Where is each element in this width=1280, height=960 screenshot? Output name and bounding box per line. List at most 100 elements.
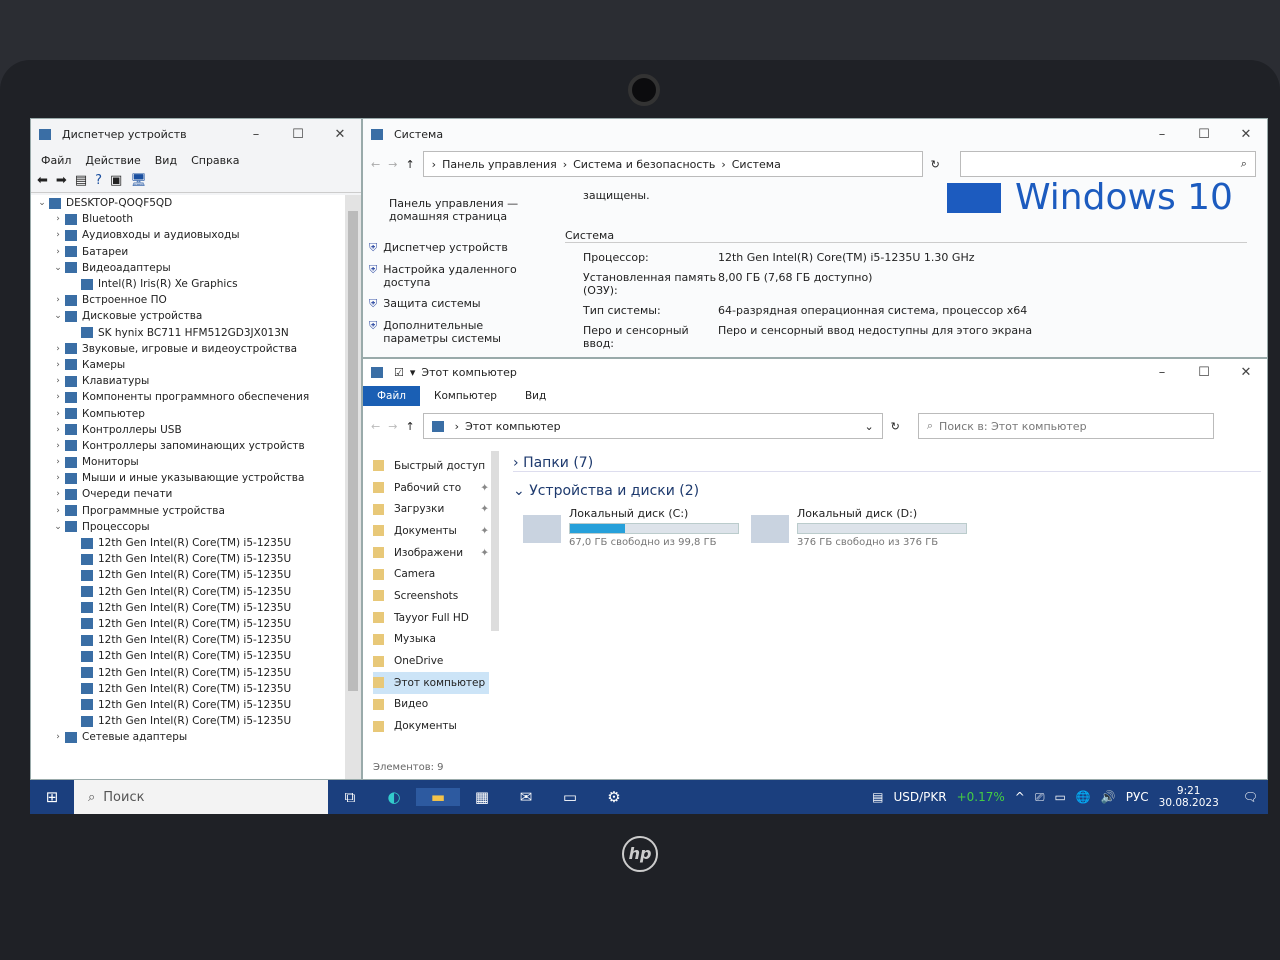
news-widget-icon[interactable]: ▤ xyxy=(872,790,883,804)
start-button[interactable]: ⊞ xyxy=(30,788,74,806)
chevron-right-icon[interactable]: › xyxy=(51,506,65,516)
minimize-button[interactable]: – xyxy=(1141,365,1183,380)
scan-hardware-icon[interactable]: 🖥 xyxy=(130,173,147,190)
tree-item[interactable]: › Сетевые адаптеры xyxy=(31,729,345,745)
drive-item[interactable]: Локальный диск (D:) 376 ГБ свободно из 37… xyxy=(751,507,967,548)
tree-item[interactable]: › Мониторы xyxy=(31,454,345,470)
meet-icon[interactable]: ⎚ xyxy=(1035,790,1045,805)
sidebar-link[interactable]: ⛨ Защита системы xyxy=(369,297,539,311)
back-icon[interactable]: ⬅ xyxy=(37,173,48,190)
menu-item[interactable]: Справка xyxy=(191,154,239,167)
tree-item[interactable]: › Bluetooth xyxy=(31,211,345,227)
tree-item[interactable]: 12th Gen Intel(R) Core(TM) i5-1235U xyxy=(31,681,345,697)
tree-item[interactable]: Intel(R) Iris(R) Xe Graphics xyxy=(31,276,345,292)
nav-item[interactable]: Музыка xyxy=(373,629,489,651)
chevron-right-icon[interactable]: › xyxy=(51,441,65,451)
tree-item[interactable]: 12th Gen Intel(R) Core(TM) i5-1235U xyxy=(31,600,345,616)
tree-item[interactable]: 12th Gen Intel(R) Core(TM) i5-1235U xyxy=(31,535,345,551)
tree-item[interactable]: › Звуковые, игровые и видеоустройства xyxy=(31,341,345,357)
menu-item[interactable]: Действие xyxy=(85,154,140,167)
tree-item[interactable]: › Очереди печати xyxy=(31,486,345,502)
taskbar-search[interactable]: ⌕ Поиск xyxy=(74,780,328,814)
tree-item[interactable]: › Контроллеры запоминающих устройств xyxy=(31,438,345,454)
file-explorer-icon[interactable]: ▬ xyxy=(416,788,460,806)
chevron-right-icon[interactable]: › xyxy=(51,376,65,386)
menu-item[interactable]: Файл xyxy=(41,154,71,167)
tree-item[interactable]: › Компоненты программного обеспечения xyxy=(31,389,345,405)
forward-button[interactable]: → xyxy=(388,158,397,171)
breadcrumb-item[interactable]: Система xyxy=(732,158,781,171)
up-button[interactable]: ↑ xyxy=(405,420,414,433)
drive-item[interactable]: Локальный диск (C:) 67,0 ГБ свободно из 9… xyxy=(523,507,739,548)
pin-icon[interactable]: ✦ xyxy=(480,547,489,559)
minimize-button[interactable]: – xyxy=(235,127,277,142)
tree-item[interactable]: SK hynix BC711 HFM512GD3JX013N xyxy=(31,325,345,341)
chevron-right-icon[interactable]: › xyxy=(51,360,65,370)
tree-item[interactable]: 12th Gen Intel(R) Core(TM) i5-1235U xyxy=(31,551,345,567)
system-app-icon[interactable]: ▭ xyxy=(548,788,592,806)
tree-item[interactable]: ⌄ Видеоадаптеры xyxy=(31,260,345,276)
folders-group[interactable]: › Папки (7) xyxy=(513,455,1261,472)
nav-scrollbar[interactable] xyxy=(491,451,499,631)
nav-item[interactable]: OneDrive xyxy=(373,650,489,672)
update-driver-icon[interactable]: ▣ xyxy=(110,173,122,190)
nav-item[interactable]: Изображени ✦ xyxy=(373,542,489,564)
close-button[interactable]: ✕ xyxy=(1225,365,1267,380)
back-button[interactable]: ← xyxy=(371,420,380,433)
chevron-down-icon[interactable]: ⌄ xyxy=(51,263,65,273)
chevron-right-icon[interactable]: › xyxy=(51,295,65,305)
tree-item[interactable]: ⌄ Дисковые устройства xyxy=(31,308,345,324)
chevron-up-icon[interactable]: ^ xyxy=(1015,790,1025,804)
chevron-right-icon[interactable]: › xyxy=(51,473,65,483)
forward-icon[interactable]: ➡ xyxy=(56,173,67,190)
tree-item[interactable]: 12th Gen Intel(R) Core(TM) i5-1235U xyxy=(31,632,345,648)
chevron-right-icon[interactable]: › xyxy=(51,344,65,354)
ribbon-tab[interactable]: Компьютер xyxy=(420,386,511,406)
refresh-button[interactable]: ↻ xyxy=(931,158,940,171)
tree-item[interactable]: ⌄ DESKTOP-QOQF5QD xyxy=(31,195,345,211)
properties-quick-icon[interactable]: ☑ xyxy=(394,366,404,379)
tree-item[interactable]: 12th Gen Intel(R) Core(TM) i5-1235U xyxy=(31,584,345,600)
back-button[interactable]: ← xyxy=(371,158,380,171)
nav-item[interactable]: Camera xyxy=(373,563,489,585)
menu-item[interactable]: Вид xyxy=(155,154,177,167)
properties-icon[interactable]: ▤ xyxy=(75,173,87,190)
tree-item[interactable]: › Встроенное ПО xyxy=(31,292,345,308)
help-icon[interactable]: ? xyxy=(95,173,102,190)
quick-access-toolbar-dropdown[interactable]: ▾ xyxy=(410,366,416,379)
tree-item[interactable]: 12th Gen Intel(R) Core(TM) i5-1235U xyxy=(31,567,345,583)
nav-item[interactable]: Загрузки ✦ xyxy=(373,498,489,520)
tree-item[interactable]: 12th Gen Intel(R) Core(TM) i5-1235U xyxy=(31,697,345,713)
ticker[interactable]: USD/PKR xyxy=(893,790,946,804)
nav-item[interactable]: Быстрый доступ xyxy=(373,455,489,477)
address-bar[interactable]: › Этот компьютер ⌄ xyxy=(422,413,883,439)
tree-item[interactable]: 12th Gen Intel(R) Core(TM) i5-1235U xyxy=(31,648,345,664)
tree-item[interactable]: 12th Gen Intel(R) Core(TM) i5-1235U xyxy=(31,664,345,680)
pin-icon[interactable]: ✦ xyxy=(480,503,489,515)
search-input[interactable]: ⌕ xyxy=(959,151,1256,177)
pin-icon[interactable]: ✦ xyxy=(480,482,489,494)
chevron-right-icon[interactable]: › xyxy=(51,425,65,435)
tree-item[interactable]: › Мыши и иные указывающие устройства xyxy=(31,470,345,486)
tree-item[interactable]: ⌄ Процессоры xyxy=(31,519,345,535)
close-button[interactable]: ✕ xyxy=(1225,127,1267,142)
clock[interactable]: 9:21 30.08.2023 xyxy=(1159,785,1219,809)
device-manager-taskbar-icon[interactable]: ⚙ xyxy=(592,788,636,806)
chevron-right-icon[interactable]: › xyxy=(51,457,65,467)
minimize-button[interactable]: – xyxy=(1141,127,1183,142)
mail-icon[interactable]: ✉ xyxy=(504,788,548,806)
ribbon-tab[interactable]: Файл xyxy=(363,386,421,406)
scrollbar[interactable] xyxy=(345,195,361,779)
tree-item[interactable]: › Камеры xyxy=(31,357,345,373)
tree-item[interactable]: › Батареи xyxy=(31,244,345,260)
tree-item[interactable]: › Компьютер xyxy=(31,405,345,421)
nav-item[interactable]: Видео xyxy=(373,694,489,716)
chevron-right-icon[interactable]: › xyxy=(51,392,65,402)
chevron-down-icon[interactable]: ⌄ xyxy=(51,311,65,321)
sidebar-link[interactable]: ⛨ Дополнительные параметры системы xyxy=(369,319,539,345)
tree-item[interactable]: › Клавиатуры xyxy=(31,373,345,389)
sidebar-link[interactable]: ⛨ Диспетчер устройств xyxy=(369,241,539,255)
maximize-button[interactable]: ☐ xyxy=(1183,127,1225,142)
chevron-right-icon[interactable]: › xyxy=(51,214,65,224)
chevron-right-icon[interactable]: › xyxy=(51,489,65,499)
